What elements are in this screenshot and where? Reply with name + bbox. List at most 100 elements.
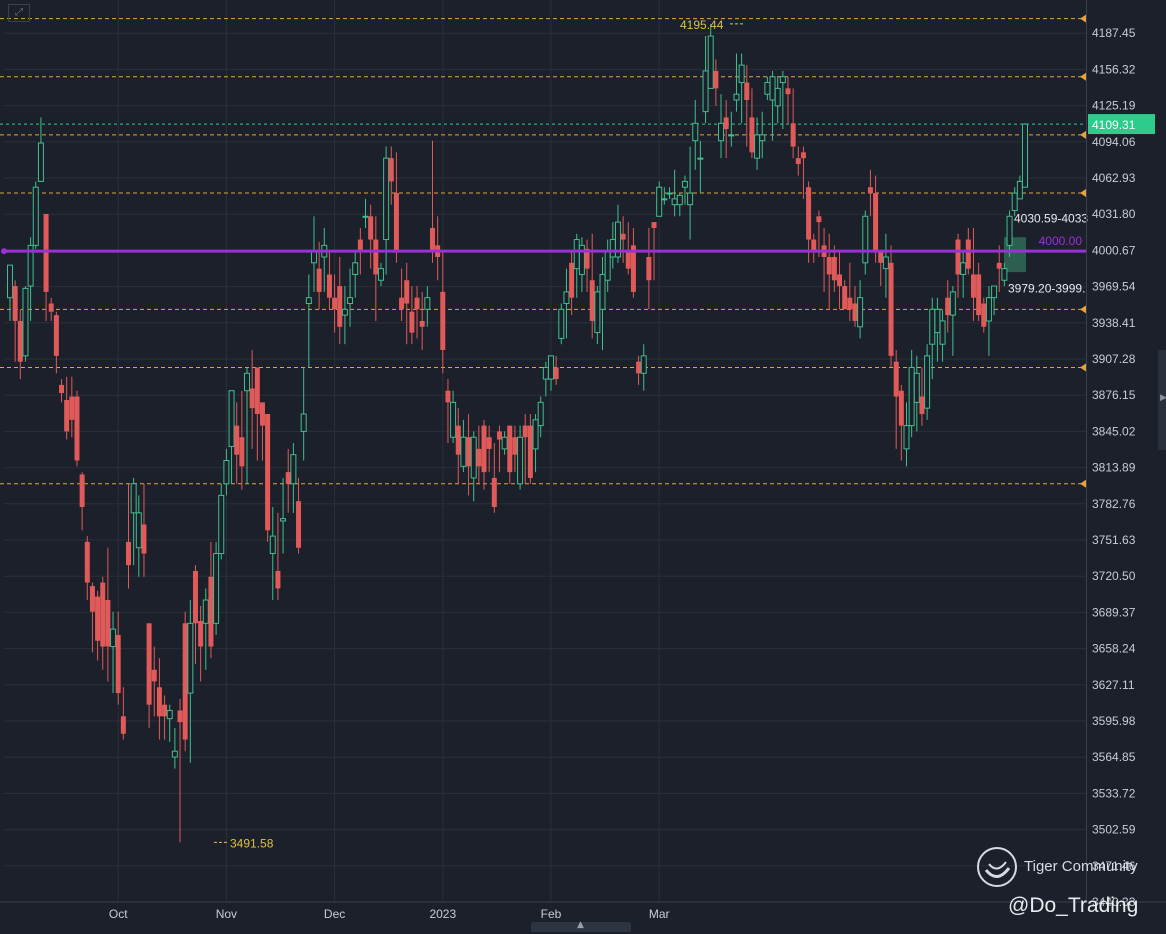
candle-body (749, 117, 755, 153)
candle-body (259, 402, 265, 426)
candle-body (878, 251, 884, 263)
expand-icon[interactable]: ⤢ (8, 4, 30, 22)
candle-body (362, 215, 369, 218)
candle-body (110, 628, 117, 648)
y-tick-label: 3533.72 (1092, 786, 1136, 800)
candle-body (676, 194, 683, 206)
level-marker (1080, 479, 1086, 488)
candle-body (249, 388, 255, 409)
candle-body (59, 384, 65, 394)
candle-body (604, 250, 611, 281)
candle-body (573, 239, 580, 270)
candle-body (223, 459, 230, 485)
y-tick-label: 4125.19 (1092, 99, 1136, 113)
candle-body (702, 70, 709, 113)
candle-body (105, 600, 111, 647)
candle-body (661, 198, 668, 201)
candle-body (847, 297, 853, 310)
candle-body (537, 401, 544, 427)
candle-body (269, 535, 276, 555)
candle-body (919, 396, 925, 414)
candle-body (326, 274, 332, 298)
candle-body (341, 308, 348, 316)
candle-body (713, 70, 719, 89)
candle-body (115, 634, 121, 694)
candlestick-chart[interactable]: 4187.45 4156.32 4125.19 4094.06 4062.93 4031.… (0, 0, 1166, 934)
candle-body (795, 158, 801, 164)
candle-body (985, 297, 992, 322)
candle-body (239, 437, 245, 467)
candle-body (254, 367, 260, 414)
y-tick-label: 4187.45 (1092, 26, 1136, 40)
candle-body (43, 213, 49, 292)
candle-body (929, 308, 936, 345)
current-price-label: 4109.31 (1092, 118, 1136, 132)
candle-body (202, 599, 209, 624)
candle-body (640, 355, 647, 374)
candle-body (1006, 215, 1013, 246)
candle-body (945, 297, 951, 316)
candle-body (707, 35, 714, 89)
candle-body (89, 586, 95, 612)
candle-body (450, 401, 457, 438)
x-tick-label: 2023 (429, 907, 456, 921)
candle-body (404, 280, 410, 304)
candle-body (69, 396, 75, 420)
candle-body (12, 286, 18, 321)
candle-body (981, 303, 987, 327)
candle-body (800, 152, 806, 159)
candle-body (409, 311, 415, 333)
candle-body (547, 355, 554, 380)
watermark-brand: Tiger Community (1024, 858, 1138, 875)
chart-canvas: 4187.45 4156.32 4125.19 4094.06 4062.93 4031.… (0, 0, 1166, 921)
candle-body (785, 88, 791, 95)
candle-body (166, 710, 173, 720)
candle-body (553, 367, 559, 380)
candle-body (723, 117, 729, 130)
y-tick-label: 3782.76 (1092, 497, 1136, 511)
candle-body (779, 76, 786, 84)
candle-body (296, 501, 302, 548)
candle-body (53, 315, 59, 356)
candle-body (130, 483, 137, 514)
candle-body (671, 198, 678, 206)
candle-body (542, 366, 549, 380)
lower-zone-label: 3979.20-3999. (1008, 281, 1085, 295)
x-tick-label: Dec (324, 907, 345, 921)
candle-body (501, 436, 508, 450)
candle-body (377, 268, 384, 281)
candle-body (852, 303, 858, 321)
candle-body (857, 297, 864, 328)
candle-body (965, 239, 971, 269)
candle-body (7, 264, 13, 299)
candle-body (84, 541, 90, 583)
candle-body (522, 425, 528, 438)
candle-body (228, 390, 235, 448)
candle-body (316, 268, 322, 292)
tiger-logo-icon (977, 847, 1017, 887)
candle-body (589, 280, 595, 321)
candle-body (718, 122, 725, 142)
candle-body (507, 425, 513, 473)
y-tick-label: 4062.93 (1092, 171, 1136, 185)
level-marker (1080, 189, 1086, 198)
candle-body (1011, 192, 1018, 211)
candle-body (636, 361, 642, 374)
candle-body (48, 303, 54, 312)
candle-body (496, 431, 502, 440)
candle-body (285, 472, 291, 484)
candle-body (466, 437, 472, 467)
candle-body (440, 291, 446, 351)
candle-body (558, 308, 565, 339)
candle-body (120, 716, 126, 734)
candle-body (208, 576, 214, 647)
y-tick-label: 3938.41 (1092, 316, 1136, 330)
candle-body (517, 436, 524, 485)
candle-body (460, 436, 467, 467)
candle-body (532, 419, 539, 450)
candle-body (656, 186, 663, 217)
candle-body (744, 82, 750, 101)
y-tick-label: 4094.06 (1092, 135, 1136, 149)
watermark-handle: @Do_Trading (1008, 894, 1139, 917)
candle-body (867, 187, 873, 194)
